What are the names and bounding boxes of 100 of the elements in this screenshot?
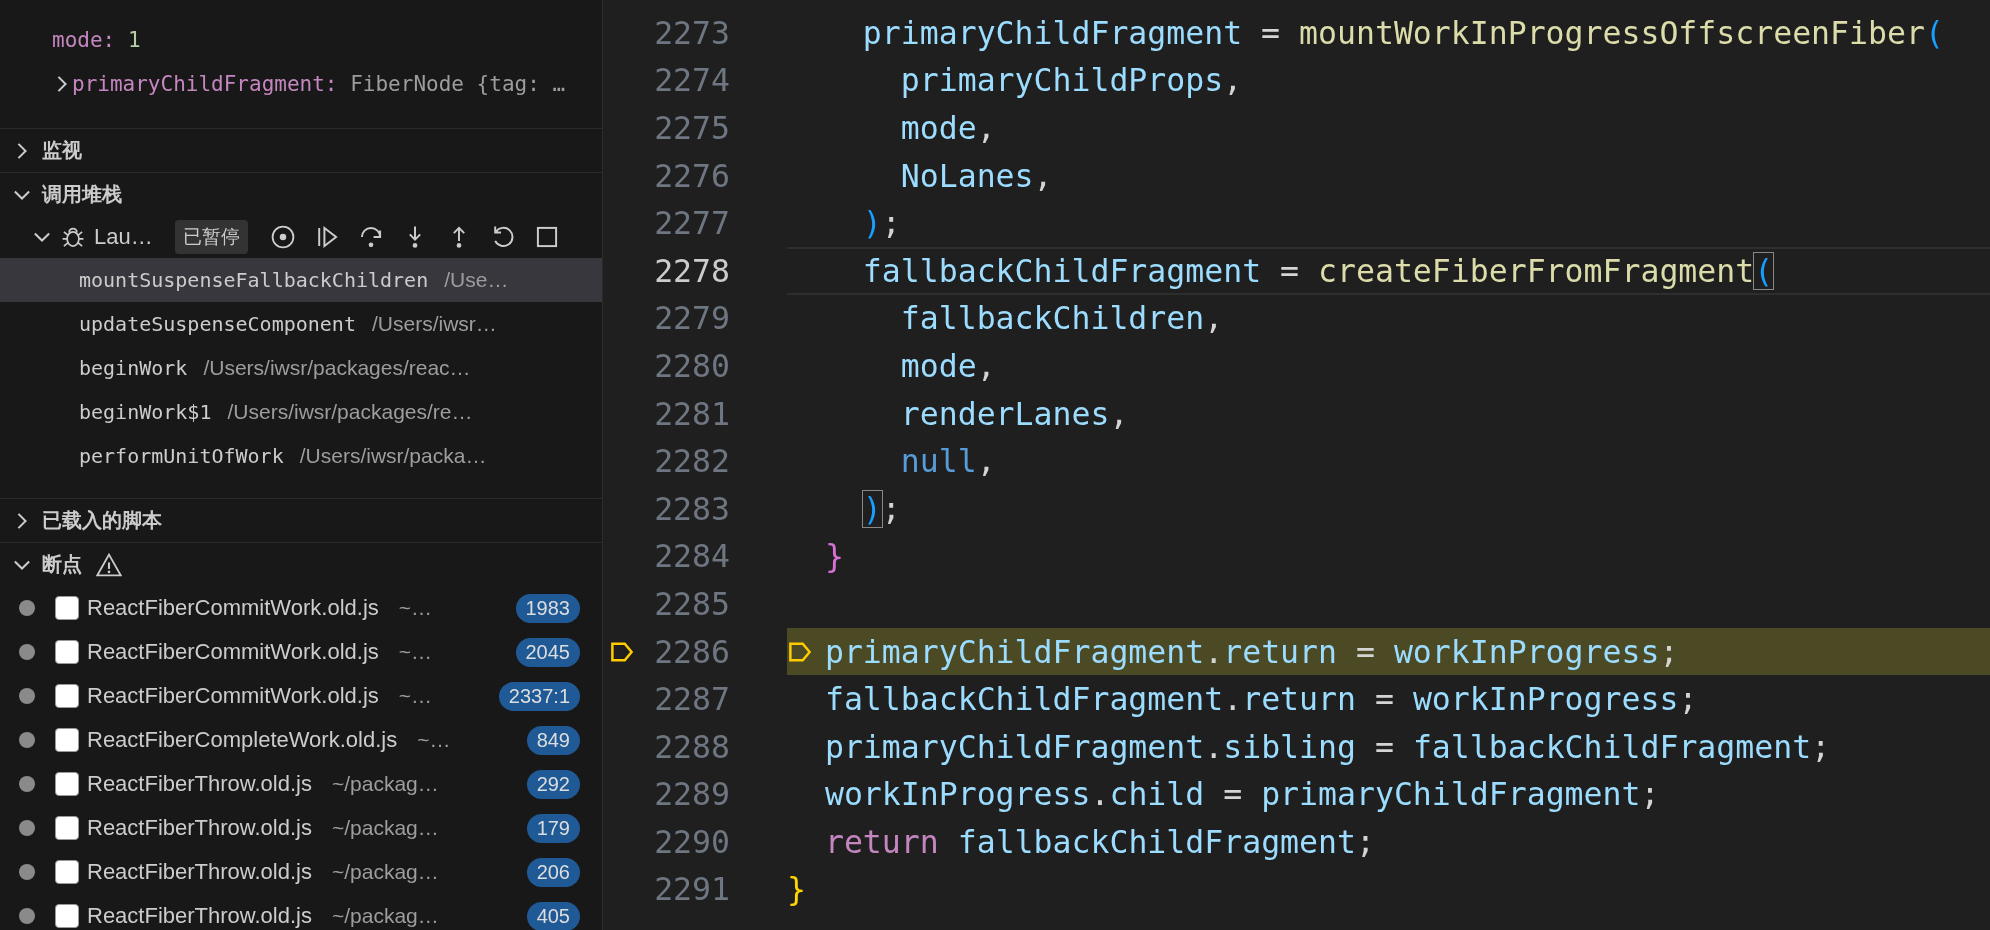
- line-number: 2290: [654, 823, 730, 860]
- breakpoint-path: ~…: [398, 596, 434, 620]
- code-line: return fallbackChildFragment;: [824, 822, 1376, 862]
- code-line: }: [824, 537, 845, 577]
- code-line: null,: [900, 442, 997, 482]
- line-number-badge: 206: [526, 857, 580, 887]
- breakpoint-file: ReactFiberThrow.old.js: [87, 815, 312, 841]
- checkbox[interactable]: [55, 728, 79, 752]
- code-line: fallbackChildFragment.return = workInProgress;: [824, 680, 1699, 720]
- frame-path: /Users/iwsr…: [371, 312, 497, 336]
- code-line: );: [862, 489, 902, 529]
- stack-frame[interactable]: beginWork$1 /Users/iwsr/packages/re…: [0, 390, 602, 434]
- breakpoint-dot-icon: [19, 600, 35, 616]
- section-header[interactable]: 已载入的脚本: [0, 498, 602, 542]
- breakpoint-path: ~/packag…: [332, 860, 440, 884]
- frame-name: updateSuspenseComponent: [79, 312, 356, 336]
- checkbox[interactable]: [55, 596, 79, 620]
- code-line: primaryChildFragment.sibling = fallbackChildFragment;: [824, 727, 1832, 767]
- line-number: 2283: [654, 490, 730, 527]
- line-number-badge: 405: [526, 901, 580, 930]
- frame-path: /Users/iwsr/packa…: [299, 444, 487, 468]
- line-number-badge: 179: [526, 813, 580, 843]
- variable-entry: mode: 1: [52, 28, 141, 52]
- breakpoint-file: ReactFiberCompleteWork.old.js: [87, 727, 398, 753]
- stack-frame[interactable]: updateSuspenseComponent /Users/iwsr…: [0, 302, 602, 346]
- checkbox[interactable]: [55, 860, 79, 884]
- line-number: 2288: [654, 728, 730, 765]
- breakpoint-file: ReactFiberThrow.old.js: [87, 859, 312, 885]
- stack-frame[interactable]: performUnitOfWork /Users/iwsr/packa…: [0, 434, 602, 478]
- code-line: fallbackChildren,: [900, 299, 1225, 339]
- line-number: 2274: [654, 62, 730, 99]
- code-line: primaryChildFragment = mountWorkInProgressOffscreenFiber(: [862, 13, 1945, 53]
- chevron-right-icon[interactable]: [57, 75, 67, 93]
- code-line: mode,: [900, 109, 997, 148]
- line-number: 2286: [654, 633, 730, 670]
- section-title: 已载入的脚本: [42, 508, 162, 533]
- line-number: 2284: [654, 538, 730, 575]
- checkbox[interactable]: [55, 640, 79, 664]
- code-line: fallbackChildFragment = createFiberFromFragment(: [862, 251, 1775, 291]
- line-number: 2291: [654, 871, 730, 908]
- breakpoint-file: ReactFiberCommitWork.old.js: [87, 639, 379, 665]
- line-number: 2277: [654, 205, 730, 242]
- checkbox[interactable]: [55, 684, 79, 708]
- checkbox[interactable]: [55, 772, 79, 796]
- code-line: );: [862, 204, 902, 244]
- stack-frame[interactable]: beginWork /Users/iwsr/packages/reac…: [0, 346, 602, 390]
- line-number: 2280: [654, 347, 730, 384]
- checkbox[interactable]: [55, 904, 79, 928]
- frame-name: performUnitOfWork: [79, 444, 284, 468]
- frame-path: /Users/iwsr/packages/re…: [227, 400, 473, 424]
- breakpoint-path: ~…: [398, 684, 434, 708]
- breakpoint-dot-icon: [19, 820, 35, 836]
- line-number: 2279: [654, 300, 730, 337]
- section-title: 断点: [42, 552, 82, 577]
- variable-entry: primaryChildFragment: FiberNode {tag: …: [72, 72, 566, 96]
- code-line: workInProgress.child = primaryChildFragment;: [824, 775, 1661, 815]
- section-title: 监视: [42, 138, 82, 163]
- code-line: primaryChildFragment.return = workInProgress;: [824, 632, 1680, 672]
- line-number-badge: 292: [526, 769, 580, 799]
- breakpoint-dot-icon: [19, 644, 35, 660]
- checkbox[interactable]: [55, 816, 79, 840]
- line-number: 2289: [654, 776, 730, 813]
- session-name: Lau…: [94, 224, 153, 250]
- code-line: }: [787, 870, 807, 910]
- code-line: renderLanes,: [900, 394, 1130, 434]
- breakpoint-dot-icon: [19, 864, 35, 880]
- code-line: NoLanes,: [900, 156, 1054, 196]
- line-number: 2281: [654, 395, 730, 432]
- breakpoint-dot-icon: [19, 776, 35, 792]
- breakpoint-path: ~…: [417, 728, 452, 752]
- code-line: primaryChildProps,: [900, 61, 1244, 101]
- line-number: 2285: [654, 585, 730, 622]
- line-number-badge: 2337:1: [498, 681, 580, 711]
- frame-name: beginWork: [79, 356, 188, 380]
- breakpoint-path: ~/packag…: [332, 816, 440, 840]
- section-header[interactable]: 监视: [0, 128, 602, 172]
- breakpoint-file: ReactFiberCommitWork.old.js: [87, 595, 379, 621]
- line-number-badge: 849: [526, 725, 580, 755]
- frame-path: /Users/iwsr/packages/reac…: [203, 356, 471, 380]
- line-number: 2276: [654, 157, 730, 194]
- code-line: mode,: [900, 346, 997, 386]
- frame-name: beginWork$1: [79, 400, 212, 424]
- status-badge: 已暂停: [174, 220, 248, 254]
- paused-arrow-icon: [611, 641, 633, 662]
- line-number: 2287: [654, 681, 730, 718]
- line-number: 2273: [654, 14, 730, 51]
- breakpoint-path: ~/packag…: [332, 772, 440, 796]
- line-number-badge: 2045: [515, 637, 580, 667]
- breakpoint-file: ReactFiberThrow.old.js: [87, 903, 312, 929]
- section-header[interactable]: 调用堆栈: [0, 172, 602, 216]
- chevron-down-icon[interactable]: [33, 232, 51, 242]
- pause-record-icon[interactable]: [269, 224, 296, 250]
- section-header[interactable]: 断点: [0, 542, 602, 586]
- frame-path: /Use…: [444, 268, 509, 292]
- breakpoint-file: ReactFiberCommitWork.old.js: [87, 683, 379, 709]
- line-number: 2282: [654, 443, 730, 480]
- stack-frame[interactable]: mountSuspenseFallbackChildren /Use…: [0, 258, 602, 302]
- breakpoint-dot-icon: [19, 688, 35, 704]
- breakpoint-dot-icon: [19, 732, 35, 748]
- breakpoint-path: ~/packag…: [332, 904, 440, 928]
